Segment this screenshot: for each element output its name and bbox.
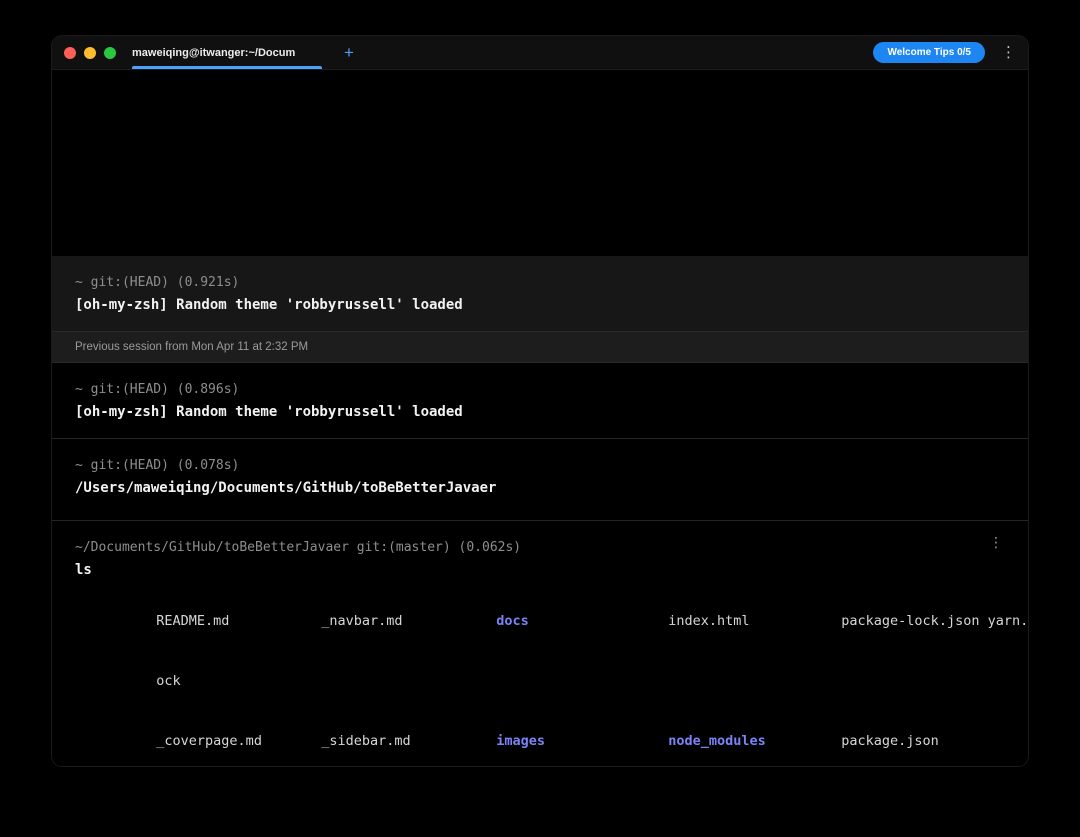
prompt-line: ~ git:(HEAD) (0.896s)	[75, 382, 240, 397]
new-tab-button[interactable]: +	[344, 44, 354, 61]
session-divider: Previous session from Mon Apr 11 at 2:32…	[52, 331, 1028, 363]
directory-name: node_modules	[668, 733, 766, 749]
command-block-theme-loaded-1[interactable]: ~ git:(HEAD) (0.921s) [oh-my-zsh] Random…	[52, 256, 1028, 331]
ls-output-row: README.md _navbar.md docs index.html package…	[75, 591, 1028, 651]
command-output: /Users/maweiqing/Documents/GitHub/toBeBe…	[75, 480, 497, 496]
minimize-window-button[interactable]	[84, 46, 96, 59]
ls-output-row: ock	[75, 651, 1005, 711]
prompt-line: ~/Documents/GitHub/toBeBetterJavaer git:…	[75, 540, 522, 555]
ls-output-row: _coverpage.md _sidebar.md images node_modul…	[75, 711, 1005, 766]
ls-output: README.md _navbar.md docs index.html package…	[75, 591, 1028, 766]
titlebar: maweiqing@itwanger:~/Docum + Welcome Tip…	[52, 36, 1028, 70]
file-name: _navbar.md	[321, 613, 403, 629]
command-text: ls	[75, 562, 92, 578]
empty-scrollback	[52, 70, 1028, 256]
command-block-theme-loaded-2[interactable]: ~ git:(HEAD) (0.896s) [oh-my-zsh] Random…	[52, 363, 1028, 438]
session-divider-label: Previous session from Mon Apr 11 at 2:32…	[75, 341, 309, 353]
terminal-content: ~ git:(HEAD) (0.921s) [oh-my-zsh] Random…	[52, 70, 1028, 766]
file-name: _sidebar.md	[321, 733, 411, 749]
file-name: package-lock.json yarn.l	[841, 613, 1028, 629]
directory-name: docs	[496, 613, 529, 629]
terminal-tab[interactable]: maweiqing@itwanger:~/Docum	[132, 36, 322, 69]
window-controls	[64, 46, 116, 59]
prompt-line: ~ git:(HEAD) (0.078s)	[75, 458, 240, 473]
block-menu-icon[interactable]: ⋮	[989, 536, 1003, 550]
active-tab-indicator	[132, 66, 322, 69]
file-name: README.md	[156, 613, 230, 629]
file-name-wrapped: ock	[156, 673, 181, 689]
directory-name: images	[496, 733, 546, 749]
prompt-line: ~ git:(HEAD) (0.921s)	[75, 275, 240, 290]
command-block-pwd[interactable]: ~ git:(HEAD) (0.078s) /Users/maweiqing/D…	[52, 439, 1028, 520]
zoom-window-button[interactable]	[104, 46, 116, 59]
terminal-window: maweiqing@itwanger:~/Docum + Welcome Tip…	[52, 36, 1028, 766]
tab-title: maweiqing@itwanger:~/Docum	[132, 46, 296, 59]
file-name: package.json	[841, 733, 939, 749]
more-options-icon[interactable]: ⋮	[1001, 45, 1016, 60]
command-output: [oh-my-zsh] Random theme 'robbyrussell' …	[75, 297, 463, 313]
command-block-ls[interactable]: ~/Documents/GitHub/toBeBetterJavaer git:…	[52, 521, 1028, 766]
welcome-tips-badge[interactable]: Welcome Tips 0/5	[873, 42, 985, 63]
file-name: _coverpage.md	[156, 733, 262, 749]
close-window-button[interactable]	[64, 46, 76, 59]
file-name: index.html	[668, 613, 750, 629]
command-output: [oh-my-zsh] Random theme 'robbyrussell' …	[75, 404, 463, 420]
